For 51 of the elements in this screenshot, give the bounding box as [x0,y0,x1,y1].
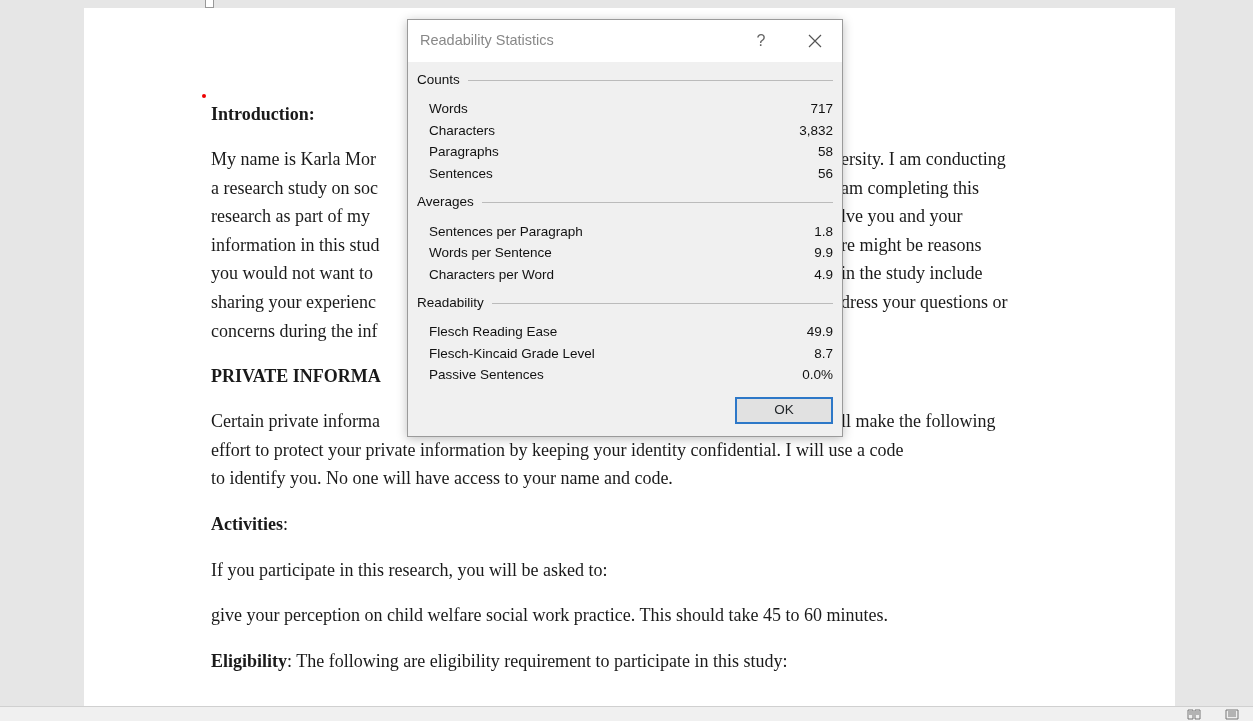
paragraph-line: ersity. I am conducting [841,148,1006,171]
stat-label: Paragraphs [429,143,499,162]
section-label: Averages [417,193,474,212]
stat-value: 9.9 [814,244,833,262]
paragraph-line: am completing this [841,176,979,200]
stat-value: 1.8 [814,222,833,241]
heading: Introduction: [211,103,315,126]
paragraph-line: give your perception on child welfare social work practice. This should take 45 to 60 minutes. [211,604,888,628]
stat-label: Flesch Reading Ease [429,323,558,342]
paragraph-line: lve you and your [841,205,963,229]
paragraph-line: Certain private informa [211,410,380,434]
close-icon[interactable] [808,34,822,48]
section-label: Counts [417,71,460,89]
paragraph-line: Eligibility: The following are eligibility requirement to participate in this study: [211,649,788,673]
stat-label: Sentences per Paragraph [429,222,583,241]
help-button[interactable]: ? [734,29,788,53]
paragraph-line: Activities: [211,512,288,536]
ok-button[interactable]: OK [735,397,833,424]
stat-label: Passive Sentences [429,366,544,385]
paragraph-line: dress your questions or [841,290,1008,314]
stat-value: 49.9 [806,323,833,342]
stat-label: Words per Sentence [429,244,552,262]
stat-value: 58 [817,143,833,162]
paragraph-line: a research study on soc [211,176,378,200]
stat-value: 717 [810,100,833,119]
paragraph-line: information in this stud [211,233,380,257]
stat-label: Characters [429,121,496,140]
dialog-title: Readability Statistics [420,31,554,51]
revision-mark [202,94,206,98]
stat-value: 56 [817,164,833,183]
stat-label: Flesch-Kincaid Grade Level [429,344,595,363]
paragraph-line: research as part of my [211,205,370,229]
stat-label: Characters per Word [429,265,555,284]
paragraph-line: My name is Karla Mor [211,148,376,171]
paragraph-line: If you participate in this research, you will be asked to: [211,558,608,582]
stat-label: Words [429,100,468,119]
paragraph-line: to identify you. No one will have access to your name and code. [211,467,673,491]
paragraph-line: sharing your experienc [211,290,376,314]
section-label: Readability [417,294,484,312]
paragraph-line: you would not want to [211,262,373,286]
stat-value: 8.7 [814,344,833,363]
heading: PRIVATE INFORMA [211,365,381,389]
stat-label: Sentences [429,164,493,183]
paragraph-line: concerns during the inf [211,319,378,343]
stat-value: 4.9 [814,265,833,284]
read-mode-icon[interactable] [1187,708,1201,720]
paragraph-line: in the study include [841,262,983,286]
stat-value: 3,832 [799,121,833,140]
stat-value: 0.0% [802,366,833,385]
paragraph-line: effort to protect your private information by keeping your identity confidential. I will use a code [211,438,904,462]
print-layout-icon[interactable] [1225,708,1239,720]
